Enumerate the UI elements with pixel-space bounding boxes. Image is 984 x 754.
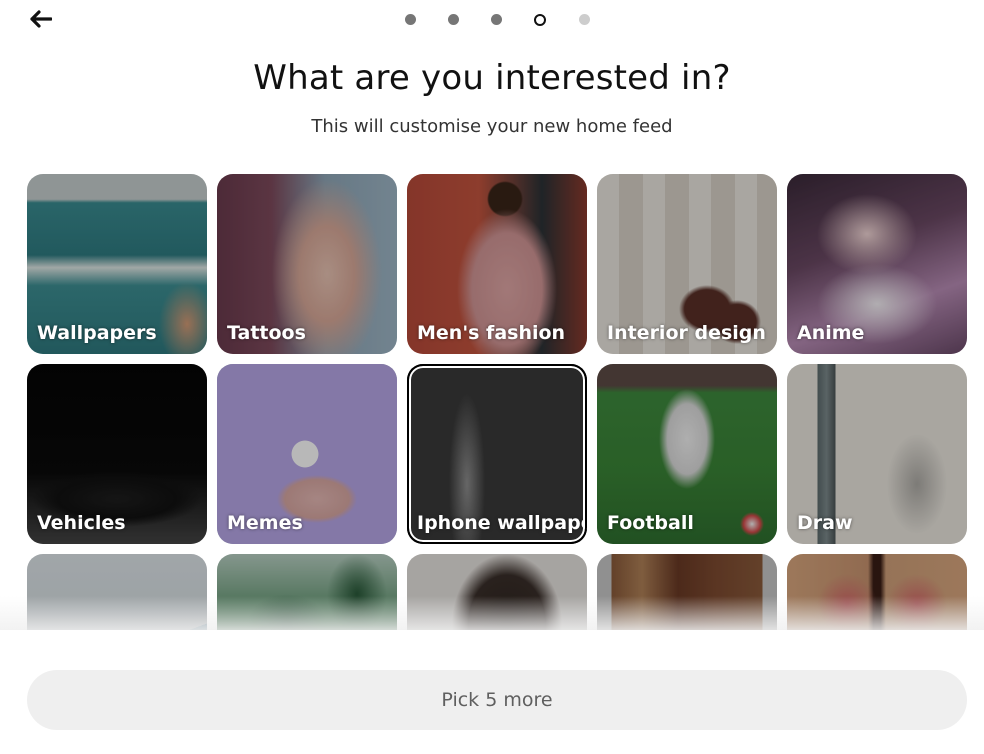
topic-label: Wallpapers <box>37 322 157 344</box>
topic-tile[interactable]: Anime <box>787 174 967 354</box>
topic-tile[interactable] <box>27 554 207 630</box>
topic-overlay <box>787 554 967 630</box>
topic-tile[interactable] <box>787 554 967 630</box>
topic-tile[interactable]: Memes <box>217 364 397 544</box>
topic-overlay <box>407 554 587 630</box>
topic-tile[interactable]: Men's fashion <box>407 174 587 354</box>
progress-dot-4 <box>534 13 546 26</box>
progress-dot-5 <box>578 14 590 25</box>
topic-tile[interactable]: Interior design <box>597 174 777 354</box>
topic-label: Draw <box>797 512 853 534</box>
page-subtitle: This will customise your new home feed <box>311 116 673 137</box>
topic-overlay <box>27 554 207 630</box>
topic-label: Memes <box>227 512 303 534</box>
topic-tile[interactable] <box>597 554 777 630</box>
topic-tile[interactable]: Wallpapers <box>27 174 207 354</box>
topic-tile[interactable]: Draw <box>787 364 967 544</box>
topic-overlay <box>597 554 777 630</box>
topic-tile[interactable] <box>407 554 587 630</box>
topic-label: Tattoos <box>227 322 306 344</box>
topic-label: Iphone wallpaper <box>417 512 587 534</box>
topic-label: Men's fashion <box>417 322 566 344</box>
topic-label: Vehicles <box>37 512 126 534</box>
topic-overlay <box>217 554 397 630</box>
topic-tile[interactable] <box>217 554 397 630</box>
pick-more-button[interactable]: Pick 5 more <box>27 670 967 730</box>
topic-label: Interior design <box>607 322 766 344</box>
progress-dot-2 <box>447 14 459 25</box>
progress-dot-3 <box>490 14 502 25</box>
topic-label: Anime <box>797 322 865 344</box>
topic-grid: Wallpapers Tattoos Men's fashion Interior d… <box>27 174 967 630</box>
progress-dot-1 <box>404 14 416 25</box>
page-title: What are you interested in? <box>253 58 731 98</box>
topic-tile[interactable]: Football <box>597 364 777 544</box>
topic-tile[interactable]: Iphone wallpaper <box>407 364 587 544</box>
footer: Pick 5 more <box>0 630 984 754</box>
topic-tile[interactable]: Tattoos <box>217 174 397 354</box>
topic-grid-scroll[interactable]: Wallpapers Tattoos Men's fashion Interior d… <box>27 174 967 630</box>
topic-tile[interactable]: Vehicles <box>27 364 207 544</box>
topic-label: Football <box>607 512 694 534</box>
progress-indicator <box>0 13 984 26</box>
